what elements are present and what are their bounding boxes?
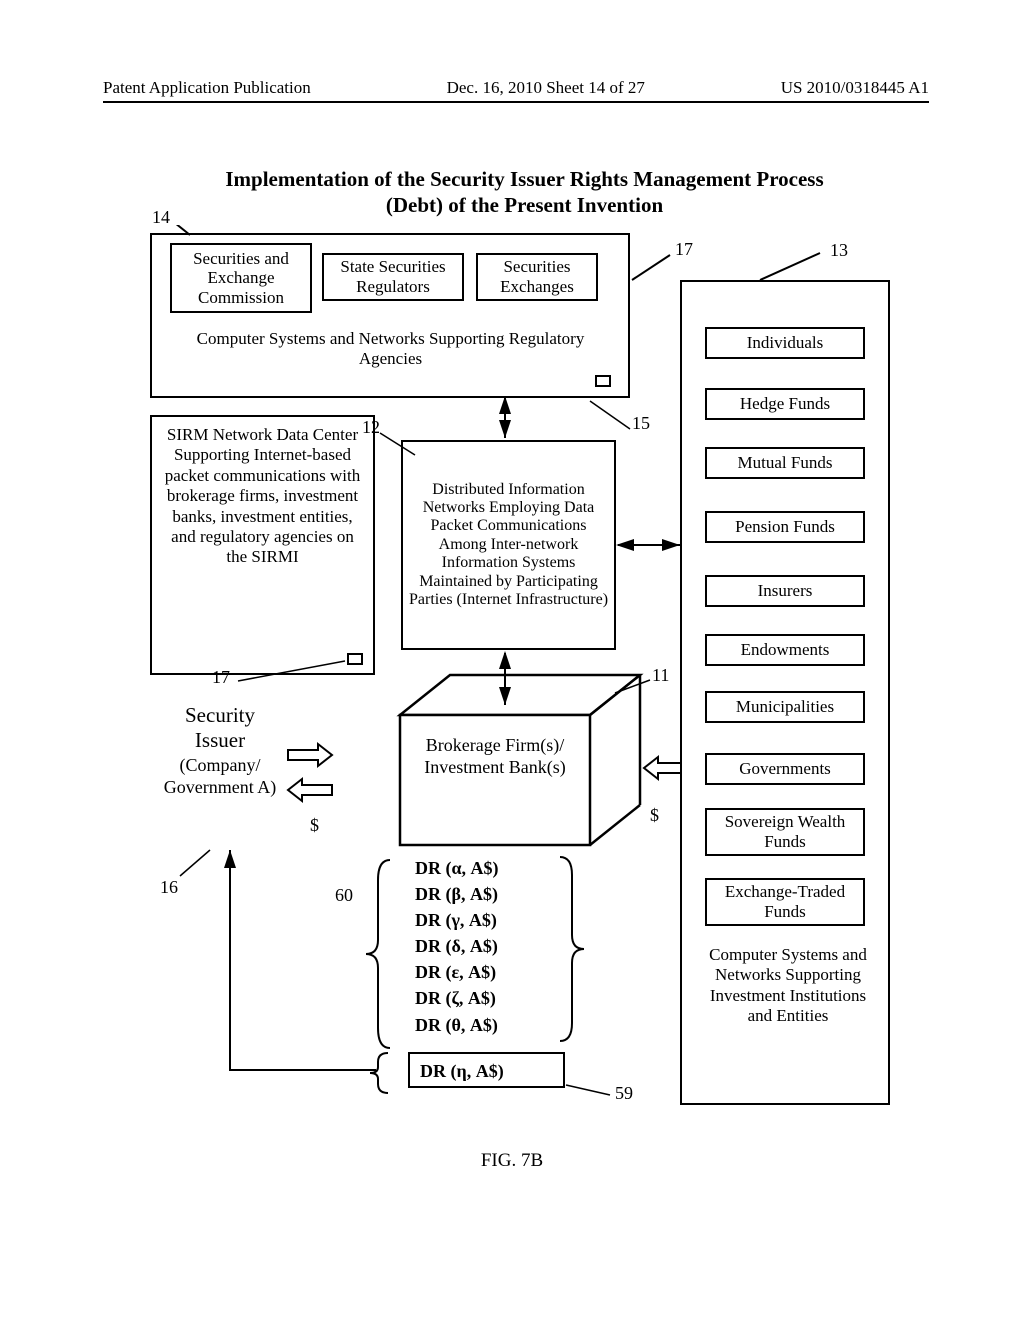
- dr-theta: DR (θ, A$): [415, 1012, 499, 1038]
- ref-13: 13: [830, 240, 848, 261]
- security-issuer-body: (Company/ Government A): [160, 755, 280, 798]
- entity-etf: Exchange-Traded Funds: [705, 878, 865, 926]
- ref-15: 15: [632, 413, 650, 434]
- brokerage-text: Brokerage Firm(s)/ Investment Bank(s): [420, 735, 570, 778]
- ref-17a: 17: [675, 239, 693, 260]
- figure-title-line1: Implementation of the Security Issuer Ri…: [225, 167, 823, 191]
- entity-individuals: Individuals: [705, 327, 865, 359]
- security-issuer-title: Security Issuer: [160, 703, 280, 753]
- ref-16: 16: [160, 877, 178, 898]
- dr-beta: DR (β, A$): [415, 881, 499, 907]
- regulatory-caption: Computer Systems and Networks Supporting…: [168, 329, 613, 370]
- dr-zeta: DR (ζ, A$): [415, 985, 499, 1011]
- entity-mutual-funds: Mutual Funds: [705, 447, 865, 479]
- dollar-right: $: [650, 805, 659, 826]
- ref-11: 11: [652, 665, 669, 686]
- entity-municipalities: Municipalities: [705, 691, 865, 723]
- sirm-text: SIRM Network Data Center Supporting Inte…: [160, 425, 365, 568]
- distributed-network-box: Distributed Information Networks Employi…: [401, 440, 616, 650]
- ref-59: 59: [615, 1083, 633, 1104]
- sec-box: Securities and Exchange Commission: [170, 243, 312, 313]
- entities-caption: Computer Systems and Networks Supporting…: [698, 945, 878, 1027]
- entity-governments: Governments: [705, 753, 865, 785]
- dr-list: DR (α, A$) DR (β, A$) DR (γ, A$) DR (δ, …: [415, 855, 499, 1038]
- dr-epsilon: DR (ε, A$): [415, 959, 499, 985]
- ref-12: 12: [362, 417, 380, 438]
- entity-pension-funds: Pension Funds: [705, 511, 865, 543]
- dr-gamma: DR (γ, A$): [415, 907, 499, 933]
- entity-insurers: Insurers: [705, 575, 865, 607]
- ref-17b: 17: [212, 667, 230, 688]
- dr-alpha: DR (α, A$): [415, 855, 499, 881]
- figure-label: FIG. 7B: [0, 1150, 1024, 1172]
- securities-exchanges-box: Securities Exchanges: [476, 253, 598, 301]
- sirm-computer-icon: [347, 653, 363, 665]
- ref-60: 60: [335, 885, 353, 906]
- entity-endowments: Endowments: [705, 634, 865, 666]
- header-center: Dec. 16, 2010 Sheet 14 of 27: [447, 78, 645, 98]
- header-right: US 2010/0318445 A1: [781, 78, 929, 98]
- entity-sovereign: Sovereign Wealth Funds: [705, 808, 865, 856]
- entity-hedge-funds: Hedge Funds: [705, 388, 865, 420]
- dr-eta: DR (η, A$): [420, 1058, 504, 1084]
- diagram: Securities and Exchange Commission State…: [120, 225, 910, 1105]
- page-header: Patent Application Publication Dec. 16, …: [103, 78, 929, 103]
- state-securities-box: State Securities Regulators: [322, 253, 464, 301]
- header-left: Patent Application Publication: [103, 78, 311, 98]
- figure-title-line2: (Debt) of the Present Invention: [386, 193, 663, 217]
- figure-title: Implementation of the Security Issuer Ri…: [120, 166, 929, 219]
- dr-delta: DR (δ, A$): [415, 933, 499, 959]
- dollar-left: $: [310, 815, 319, 836]
- reg-computer-icon: [595, 375, 611, 387]
